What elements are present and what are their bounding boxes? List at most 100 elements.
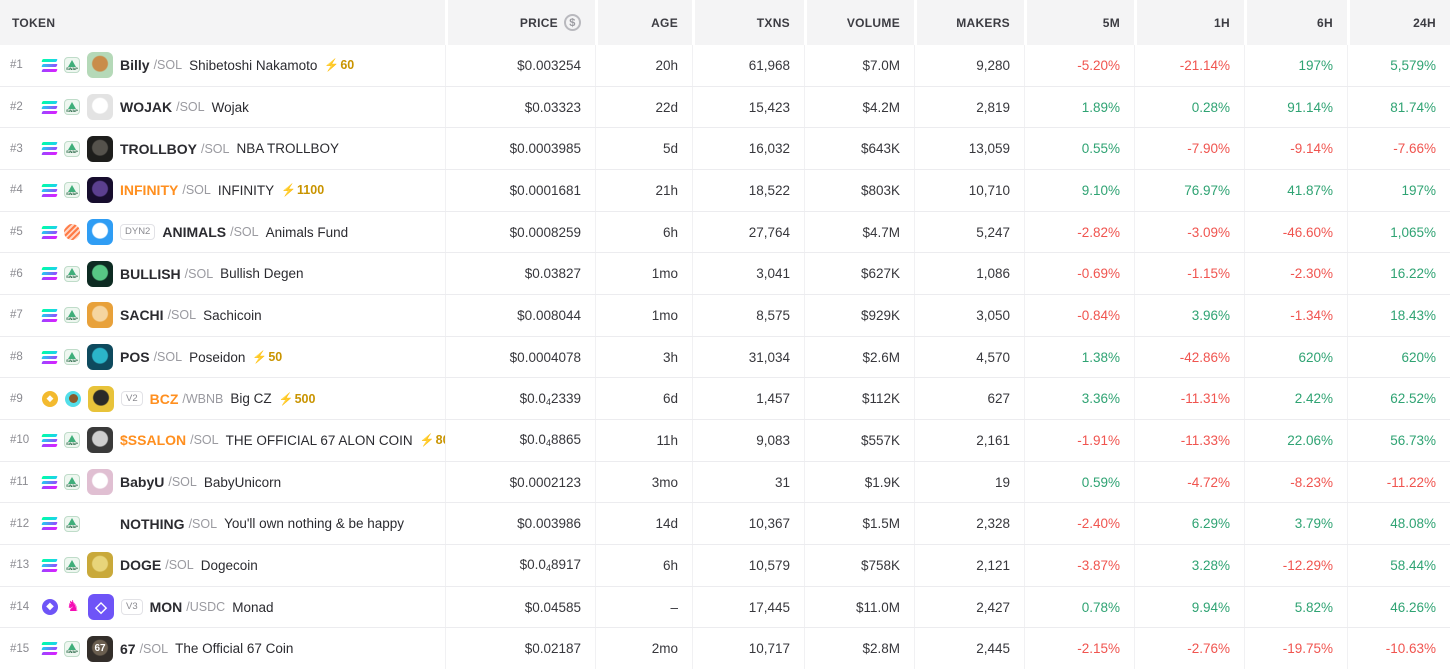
token-symbol: POS (120, 349, 150, 365)
txns-cell: 10,367 (692, 503, 804, 544)
table-row[interactable]: #5DYN2ANIMALS/SOLAnimals Fund$0.00082596… (0, 212, 1450, 254)
token-name: Big CZ (230, 391, 271, 406)
change-5m-cell: 1.89% (1024, 87, 1134, 128)
table-row[interactable]: #1SWAPBilly/SOLShibetoshi Nakamoto⚡60$0.… (0, 45, 1450, 87)
solana-chain-icon (42, 476, 57, 489)
txns-cell: 61,968 (692, 45, 804, 86)
table-row[interactable]: #15SWAP6767/SOLThe Official 67 Coin$0.02… (0, 628, 1450, 669)
table-row[interactable]: #11SWAPBabyU/SOLBabyUnicorn$0.00021233mo… (0, 462, 1450, 504)
table-row[interactable]: #8SWAPPOS/SOLPoseidon⚡50$0.00040783h31,0… (0, 337, 1450, 379)
col-header-24h[interactable]: 24H (1347, 0, 1450, 45)
table-row[interactable]: #2SWAPWOJAK/SOLWojak$0.0332322d15,423$4.… (0, 87, 1450, 129)
change-6h-cell: 2.42% (1244, 378, 1347, 419)
table-row[interactable]: #10SWAP$SSALON/SOLTHE OFFICIAL 67 ALON C… (0, 420, 1450, 462)
boost-badge[interactable]: ⚡50 (252, 350, 282, 364)
col-header-5m[interactable]: 5M (1024, 0, 1134, 45)
age-cell: 6h (595, 212, 692, 253)
boost-badge[interactable]: ⚡60 (324, 58, 354, 72)
age-cell: 21h (595, 170, 692, 211)
token-name: Wojak (212, 100, 249, 115)
txns-cell: 15,423 (692, 87, 804, 128)
table-row[interactable]: #3SWAPTROLLBOY/SOLNBA TROLLBOY$0.0003985… (0, 128, 1450, 170)
col-header-age-label: AGE (651, 16, 678, 30)
solana-chain-icon (42, 517, 57, 530)
pancakeswap-dex-icon (65, 391, 81, 407)
col-header-makers[interactable]: MAKERS (914, 0, 1024, 45)
quote-token-label: /SOL (168, 475, 197, 489)
volume-cell: $112K (804, 378, 914, 419)
token-symbol: ANIMALS (162, 224, 226, 240)
col-header-6h[interactable]: 6H (1244, 0, 1347, 45)
change-1h-cell: -11.33% (1134, 420, 1244, 461)
price-cell: $0.04585 (445, 587, 595, 628)
change-24h-cell: -7.66% (1347, 128, 1450, 169)
price-value: $0.048917 (520, 557, 581, 573)
txns-cell: 27,764 (692, 212, 804, 253)
rank-label: #15 (10, 643, 35, 655)
token-avatar (87, 427, 113, 453)
token-cell: #8SWAPPOS/SOLPoseidon⚡50 (0, 337, 445, 378)
change-1h-cell: -11.31% (1134, 378, 1244, 419)
rank-label: #4 (10, 184, 35, 196)
col-header-1h[interactable]: 1H (1134, 0, 1244, 45)
boost-badge[interactable]: ⚡500 (279, 392, 316, 406)
boost-badge[interactable]: ⚡800 (420, 433, 445, 447)
makers-cell: 2,121 (914, 545, 1024, 586)
txns-cell: 31,034 (692, 337, 804, 378)
solana-chain-icon (42, 184, 57, 197)
change-5m-cell: -3.87% (1024, 545, 1134, 586)
price-value: $0.003986 (517, 516, 581, 531)
txns-cell: 8,575 (692, 295, 804, 336)
col-header-1h-label: 1H (1214, 16, 1230, 30)
table-row[interactable]: #4SWAPINFINITY/SOLINFINITY⚡1100$0.000168… (0, 170, 1450, 212)
table-row[interactable]: #14◆♞◇V3MON/USDCMonad$0.04585–17,445$11.… (0, 587, 1450, 629)
volume-cell: $2.8M (804, 628, 914, 669)
token-cell: #4SWAPINFINITY/SOLINFINITY⚡1100 (0, 170, 445, 211)
change-1h-cell: -7.90% (1134, 128, 1244, 169)
token-symbol: BabyU (120, 474, 164, 490)
token-name: Dogecoin (201, 558, 258, 573)
change-1h-cell: -42.86% (1134, 337, 1244, 378)
price-cell: $0.042339 (445, 378, 595, 419)
col-header-volume[interactable]: VOLUME (804, 0, 914, 45)
change-6h-cell: -2.30% (1244, 253, 1347, 294)
col-header-price[interactable]: PRICE $ (445, 0, 595, 45)
token-name: BabyUnicorn (204, 475, 281, 490)
table-row[interactable]: #9◆V2BCZ/WBNBBig CZ⚡500$0.0423396d1,457$… (0, 378, 1450, 420)
boost-badge[interactable]: ⚡1100 (281, 183, 324, 197)
pumpswap-dex-icon: SWAP (64, 474, 80, 490)
token-cell: #12SWAPNOTHING/SOLYou'll own nothing & b… (0, 503, 445, 544)
txns-cell: 1,457 (692, 378, 804, 419)
txns-cell: 17,445 (692, 587, 804, 628)
table-row[interactable]: #6SWAPBULLISH/SOLBullish Degen$0.038271m… (0, 253, 1450, 295)
lightning-boost-icon: ⚡ (279, 392, 294, 406)
table-row[interactable]: #13SWAPDOGE/SOLDogecoin$0.0489176h10,579… (0, 545, 1450, 587)
price-cell: $0.003986 (445, 503, 595, 544)
price-value: $0.02187 (525, 641, 581, 656)
change-24h-cell: 62.52% (1347, 378, 1450, 419)
volume-cell: $627K (804, 253, 914, 294)
pumpswap-dex-icon: SWAP (64, 349, 80, 365)
table-row[interactable]: #7SWAPSACHI/SOLSachicoin$0.0080441mo8,57… (0, 295, 1450, 337)
token-symbol: BULLISH (120, 266, 181, 282)
token-symbol: DOGE (120, 557, 161, 573)
makers-cell: 2,427 (914, 587, 1024, 628)
quote-token-label: /SOL (176, 100, 205, 114)
solana-chain-icon (42, 309, 57, 322)
solana-chain-icon (42, 559, 57, 572)
boost-count: 50 (268, 350, 282, 364)
makers-cell: 2,328 (914, 503, 1024, 544)
table-row[interactable]: #12SWAPNOTHING/SOLYou'll own nothing & b… (0, 503, 1450, 545)
price-value: $0.042339 (520, 391, 581, 407)
meteora-dex-icon (64, 224, 80, 240)
quote-token-label: /SOL (189, 517, 218, 531)
col-header-age[interactable]: AGE (595, 0, 692, 45)
col-header-token[interactable]: TOKEN (0, 0, 445, 45)
col-header-txns[interactable]: TXNS (692, 0, 804, 45)
col-header-5m-label: 5M (1103, 16, 1120, 30)
change-6h-cell: -1.34% (1244, 295, 1347, 336)
change-24h-cell: 48.08% (1347, 503, 1450, 544)
token-symbol: TROLLBOY (120, 141, 197, 157)
token-avatar: 67 (87, 636, 113, 662)
price-cell: $0.03827 (445, 253, 595, 294)
